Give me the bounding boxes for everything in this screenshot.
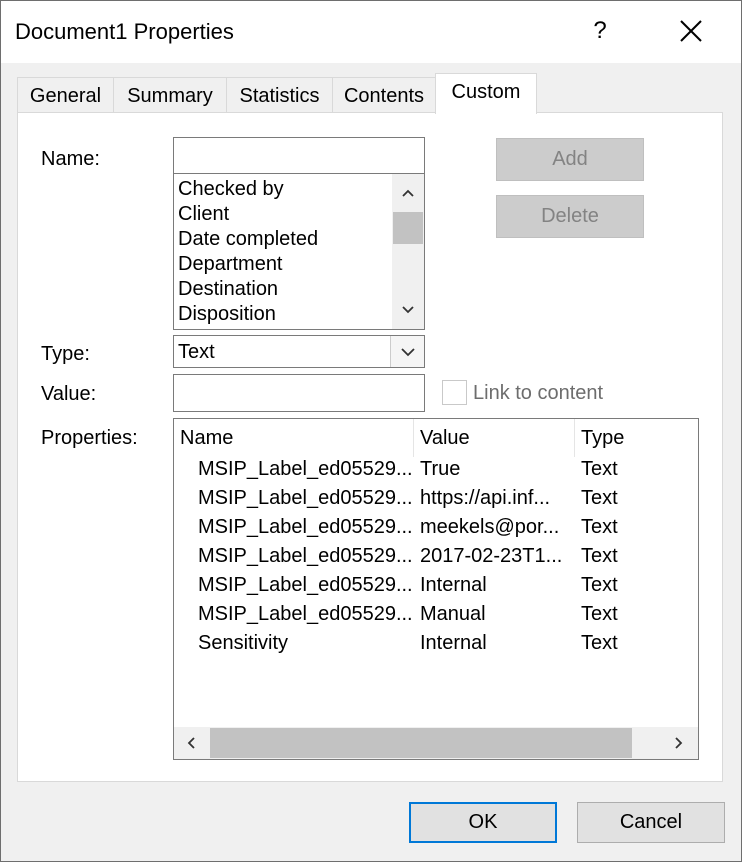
column-header-type[interactable]: Type [575,419,698,457]
row-type: Text [581,574,618,596]
row-name: MSIP_Label_ed05529... [198,487,412,509]
table-row[interactable]: MSIP_Label_ed05529... Manual Text [174,600,698,629]
add-button[interactable]: Add [496,138,644,181]
help-button[interactable]: ? [575,11,625,51]
row-name: MSIP_Label_ed05529... [198,545,412,567]
scroll-right-button[interactable] [662,727,696,759]
tab-general[interactable]: General [17,77,114,113]
scroll-up-button[interactable] [392,178,424,208]
tab-strip: General Summary Statistics Contents Cust… [17,73,727,114]
table-row[interactable]: MSIP_Label_ed05529... Internal Text [174,571,698,600]
row-type: Text [581,632,618,654]
name-option[interactable]: Department [178,252,283,277]
table-row[interactable]: MSIP_Label_ed05529... https://api.inf...… [174,484,698,513]
table-row[interactable]: Sensitivity Internal Text [174,629,698,658]
type-dropdown-button[interactable] [390,336,424,367]
link-to-content-label: Link to content [473,382,604,404]
close-button[interactable] [663,11,719,51]
scroll-thumb[interactable] [210,728,632,758]
value-label: Value: [41,383,97,405]
row-value: Internal [420,632,487,654]
name-input[interactable] [173,137,425,175]
row-type: Text [581,603,618,625]
name-label: Name: [41,148,100,170]
properties-dialog: Document1 Properties ? General Summary S… [0,0,742,862]
custom-tab-panel: Name: Checked by Client Date completed D… [17,112,723,782]
name-option[interactable]: Client [178,202,229,227]
scroll-left-button[interactable] [174,727,208,759]
row-name: MSIP_Label_ed05529... [198,574,412,596]
row-value: 2017-02-23T1... [420,545,563,567]
row-value: https://api.inf... [420,487,551,509]
title-bar: Document1 Properties ? [1,1,741,63]
name-option[interactable]: Checked by [178,177,284,202]
type-label: Type: [41,343,90,365]
row-name: MSIP_Label_ed05529... [198,603,412,625]
name-option[interactable]: Date completed [178,227,318,252]
row-value: Manual [420,603,486,625]
chevron-up-icon [402,189,414,197]
scroll-down-button[interactable] [392,295,424,325]
tab-summary[interactable]: Summary [113,77,227,113]
row-type: Text [581,545,618,567]
chevron-left-icon [187,737,195,749]
row-name: MSIP_Label_ed05529... [198,458,412,480]
tab-statistics[interactable]: Statistics [226,77,333,113]
value-input[interactable] [173,374,425,412]
close-icon [680,20,702,42]
properties-list[interactable]: Name Value Type MSIP_Label_ed05529... Tr… [173,418,699,760]
row-name: MSIP_Label_ed05529... [198,516,412,538]
ok-button[interactable]: OK [409,802,557,843]
chevron-down-icon [402,306,414,314]
row-type: Text [581,487,618,509]
chevron-down-icon [400,347,415,356]
row-name: Sensitivity [198,632,289,654]
name-suggestions-list[interactable]: Checked by Client Date completed Departm… [173,173,425,330]
type-selected-value: Text [178,341,215,363]
cancel-button[interactable]: Cancel [577,802,725,843]
chevron-right-icon [675,737,683,749]
column-header-value[interactable]: Value [414,419,575,457]
tab-contents[interactable]: Contents [332,77,436,113]
delete-button[interactable]: Delete [496,195,644,238]
properties-label: Properties: [41,427,138,449]
table-row[interactable]: MSIP_Label_ed05529... 2017-02-23T1... Te… [174,542,698,571]
properties-horizontal-scrollbar[interactable] [174,727,698,759]
row-value: True [420,458,461,480]
window-title: Document1 Properties [15,19,234,44]
column-header-name[interactable]: Name [174,419,414,457]
table-row[interactable]: MSIP_Label_ed05529... True Text [174,455,698,484]
type-dropdown[interactable]: Text [173,335,425,368]
name-option[interactable]: Destination [178,277,278,302]
row-value: Internal [420,574,487,596]
scroll-thumb[interactable] [393,212,423,244]
table-row[interactable]: MSIP_Label_ed05529... meekels@por... Tex… [174,513,698,542]
link-to-content-checkbox[interactable] [442,380,467,405]
tab-custom[interactable]: Custom [435,73,537,114]
row-type: Text [581,458,618,480]
name-option[interactable]: Disposition [178,302,276,327]
row-value: meekels@por... [420,516,560,538]
name-list-scrollbar[interactable] [392,174,424,329]
row-type: Text [581,516,618,538]
